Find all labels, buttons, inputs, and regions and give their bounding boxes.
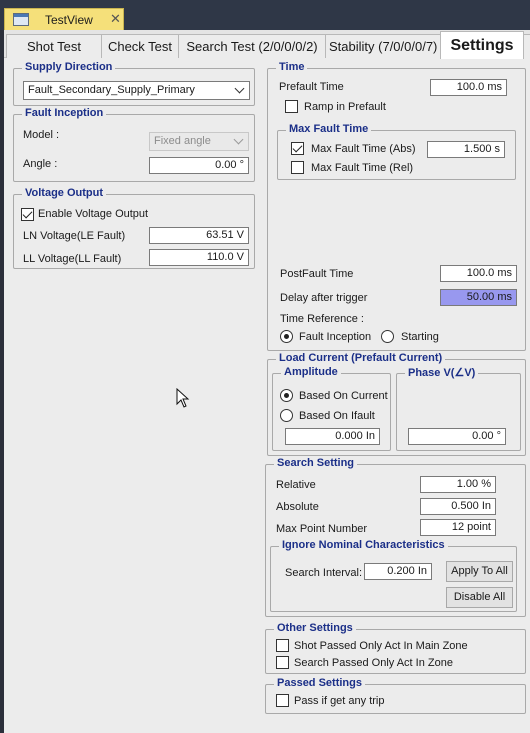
document-tab-title: TestView [45, 13, 93, 27]
ln-voltage-field[interactable]: 63.51 V [149, 227, 249, 244]
supply-direction-select[interactable]: Fault_Secondary_Supply_Primary [23, 81, 250, 100]
tab-shot-test[interactable]: Shot Test [6, 34, 102, 58]
max-fault-abs-field[interactable]: 1.500 s [427, 141, 505, 158]
chevron-down-icon [234, 135, 244, 145]
based-on-ifault-radio[interactable] [280, 409, 293, 422]
tab-overflow[interactable] [523, 34, 530, 58]
shot-passed-checkbox[interactable] [276, 639, 289, 652]
supply-direction-value: Fault_Secondary_Supply_Primary [28, 84, 195, 96]
postfault-time-field[interactable]: 100.0 ms [440, 265, 517, 282]
phase-title: Phase V(∠V) [405, 366, 479, 379]
ll-voltage-field[interactable]: 110.0 V [149, 249, 249, 266]
ref-starting-label: Starting [401, 331, 439, 343]
chevron-down-icon [235, 84, 245, 94]
max-fault-abs-label: Max Fault Time (Abs) [311, 143, 416, 155]
tab-stability[interactable]: Stability (7/0/0/0/7) [325, 34, 443, 58]
max-fault-abs-checkbox[interactable] [291, 142, 304, 155]
search-passed-checkbox[interactable] [276, 656, 289, 669]
ignore-nominal-title: Ignore Nominal Characteristics [279, 539, 448, 551]
ll-voltage-label: LL Voltage(LL Fault) [23, 253, 122, 265]
ramp-prefault-checkbox[interactable] [285, 100, 298, 113]
max-fault-rel-label: Max Fault Time (Rel) [311, 162, 414, 174]
based-on-current-radio[interactable] [280, 389, 293, 402]
max-point-field[interactable]: 12 point [420, 519, 496, 536]
voltage-output-title: Voltage Output [22, 187, 107, 199]
apply-to-all-button[interactable]: Apply To All [446, 561, 513, 582]
tab-strip: Shot Test Check Test Search Test (2/0/0/… [4, 30, 530, 59]
passed-settings-title: Passed Settings [274, 677, 365, 689]
search-interval-label: Search Interval: [285, 567, 363, 579]
load-current-title: Load Current (Prefault Current) [276, 352, 446, 364]
enable-voltage-label: Enable Voltage Output [38, 208, 149, 220]
time-reference-label: Time Reference : [280, 313, 364, 325]
absolute-label: Absolute [276, 501, 319, 513]
close-icon[interactable]: ✕ [110, 11, 121, 27]
ref-fault-inception-radio[interactable] [280, 330, 293, 343]
prefault-time-label: Prefault Time [279, 81, 344, 93]
disable-all-button[interactable]: Disable All [446, 587, 513, 608]
amplitude-title: Amplitude [281, 366, 341, 378]
shot-passed-label: Shot Passed Only Act In Main Zone [294, 640, 468, 652]
search-setting-title: Search Setting [274, 457, 358, 469]
ref-fault-inception-label: Fault Inception [299, 331, 372, 343]
pass-any-trip-checkbox[interactable] [276, 694, 289, 707]
relative-label: Relative [276, 479, 316, 491]
fault-inception-title: Fault Inception [22, 107, 107, 119]
tab-search-test[interactable]: Search Test (2/0/0/0/2) [178, 34, 326, 58]
search-interval-field[interactable]: 0.200 In [364, 563, 432, 580]
delay-trigger-label: Delay after trigger [280, 292, 368, 304]
max-fault-rel-checkbox[interactable] [291, 161, 304, 174]
other-settings-title: Other Settings [274, 622, 356, 634]
model-select: Fixed angle [149, 132, 249, 151]
prefault-time-field[interactable]: 100.0 ms [430, 79, 507, 96]
window-icon [13, 13, 29, 26]
based-on-ifault-label: Based On Ifault [299, 410, 375, 422]
relative-field[interactable]: 1.00 % [420, 476, 496, 493]
amplitude-field[interactable]: 0.000 In [285, 428, 380, 445]
ramp-prefault-label: Ramp in Prefault [304, 101, 386, 113]
enable-voltage-checkbox[interactable] [21, 208, 34, 221]
max-fault-time-title: Max Fault Time [286, 123, 372, 135]
model-value: Fixed angle [154, 135, 211, 147]
tab-settings[interactable]: Settings [440, 31, 524, 59]
document-tab-testview[interactable]: TestView ✕ [4, 8, 124, 30]
ln-voltage-label: LN Voltage(LE Fault) [23, 230, 126, 242]
angle-label: Angle : [23, 158, 58, 170]
model-label: Model : [23, 129, 60, 141]
angle-field[interactable]: 0.00 ° [149, 157, 249, 174]
based-on-current-label: Based On Current [299, 390, 388, 402]
pass-any-trip-label: Pass if get any trip [294, 695, 385, 707]
tab-check-test[interactable]: Check Test [101, 34, 179, 58]
time-title: Time [276, 61, 308, 73]
absolute-field[interactable]: 0.500 In [420, 498, 496, 515]
ref-starting-radio[interactable] [381, 330, 394, 343]
postfault-time-label: PostFault Time [280, 268, 354, 280]
mouse-cursor-icon [176, 388, 190, 408]
max-point-label: Max Point Number [276, 523, 368, 535]
delay-trigger-field[interactable]: 50.00 ms [440, 289, 517, 306]
search-passed-label: Search Passed Only Act In Zone [294, 657, 453, 669]
supply-direction-title: Supply Direction [22, 61, 116, 73]
phase-field[interactable]: 0.00 ° [408, 428, 506, 445]
